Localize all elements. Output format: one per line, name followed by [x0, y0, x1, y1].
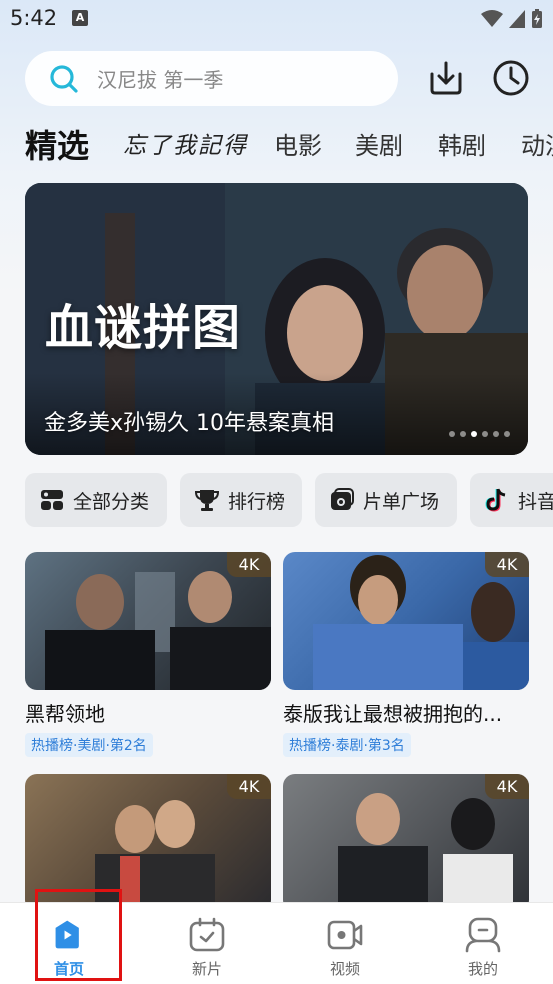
playlist-square-button[interactable]: 片单广场 — [315, 473, 457, 527]
nav-video[interactable]: 视频 — [276, 903, 414, 984]
video-icon — [327, 920, 363, 950]
ranking-button[interactable]: 排行榜 — [180, 473, 302, 527]
notification-icon: A — [72, 10, 88, 26]
banner-caption: 金多美x孙锡久 10年悬案真相 — [44, 411, 335, 436]
wifi-icon — [481, 10, 503, 27]
tab-anime[interactable]: 动漫 — [521, 122, 553, 170]
playlist-square-label: 片单广场 — [363, 490, 440, 513]
signal-icon — [509, 10, 525, 28]
tab-us-drama[interactable]: 美剧 — [355, 122, 403, 170]
battery-icon — [532, 9, 542, 28]
hero-banner[interactable]: 血谜拼图 金多美x孙锡久 10年悬案真相 — [25, 183, 528, 455]
tiktok-icon — [485, 488, 506, 512]
carousel-dots[interactable] — [449, 431, 510, 437]
video-thumbnail[interactable]: 4K — [283, 552, 529, 690]
status-bar: 5:42 A — [0, 0, 553, 40]
video-thumbnail[interactable]: 4K — [25, 552, 271, 690]
tab-featured[interactable]: 精选 — [25, 122, 89, 170]
carousel-dot[interactable] — [460, 431, 466, 437]
profile-icon — [465, 917, 501, 953]
4k-badge: 4K — [227, 774, 271, 799]
history-icon[interactable] — [491, 58, 531, 98]
video-card[interactable]: 4K 泰版我让最想被拥抱的... 热播榜·泰剧·第3名 — [283, 552, 529, 757]
ranking-label: 排行榜 — [228, 490, 286, 513]
tab-k-drama[interactable]: 韩剧 — [438, 122, 486, 170]
nav-new-label: 新片 — [191, 960, 222, 978]
nav-video-label: 视频 — [329, 960, 360, 978]
video-title[interactable]: 黑帮领地 — [25, 698, 271, 727]
carousel-dot[interactable] — [449, 431, 455, 437]
carousel-dot[interactable] — [482, 431, 488, 437]
tab-movies[interactable]: 电影 — [274, 122, 322, 170]
quick-categories: 全部分类 排行榜 片单广场 抖音 — [0, 473, 553, 528]
carousel-dot[interactable] — [471, 431, 477, 437]
grid-icon — [41, 490, 63, 510]
4k-badge: 4K — [485, 552, 529, 577]
tab-promo[interactable]: 忘了我記得 — [123, 122, 248, 170]
nav-new[interactable]: 新片 — [138, 903, 276, 984]
nav-profile-label: 我的 — [467, 960, 498, 978]
4k-badge: 4K — [227, 552, 271, 577]
search-input[interactable]: 汉尼拔 第一季 — [97, 64, 223, 93]
banner-title: 血谜拼图 — [45, 300, 242, 356]
nav-profile[interactable]: 我的 — [414, 903, 552, 984]
search-bar[interactable]: 汉尼拔 第一季 — [25, 51, 398, 106]
status-icons — [481, 8, 543, 30]
highlight-annotation — [35, 889, 122, 981]
douyin-button[interactable]: 抖音 — [470, 473, 553, 527]
carousel-dot[interactable] — [493, 431, 499, 437]
video-title[interactable]: 泰版我让最想被拥抱的... — [283, 698, 529, 727]
video-card[interactable]: 4K 黑帮领地 热播榜·美剧·第2名 — [25, 552, 271, 757]
download-icon[interactable] — [426, 58, 466, 98]
douyin-label: 抖音 — [518, 490, 553, 513]
category-tabs: 精选 忘了我記得 电影 美剧 韩剧 动漫 — [0, 122, 553, 172]
playlist-icon — [331, 488, 354, 510]
all-categories-label: 全部分类 — [73, 490, 150, 513]
search-icon — [50, 64, 78, 93]
all-categories-button[interactable]: 全部分类 — [25, 473, 167, 527]
4k-badge: 4K — [485, 774, 529, 799]
ranking-tag[interactable]: 热播榜·泰剧·第3名 — [283, 733, 411, 757]
video-thumbnail[interactable]: 4K — [283, 774, 529, 912]
carousel-dot[interactable] — [504, 431, 510, 437]
trophy-icon — [194, 490, 220, 511]
ranking-tag[interactable]: 热播榜·美剧·第2名 — [25, 733, 153, 757]
status-time: 5:42 — [10, 6, 58, 30]
video-card[interactable]: 4K — [283, 774, 529, 912]
calendar-check-icon — [189, 917, 225, 952]
